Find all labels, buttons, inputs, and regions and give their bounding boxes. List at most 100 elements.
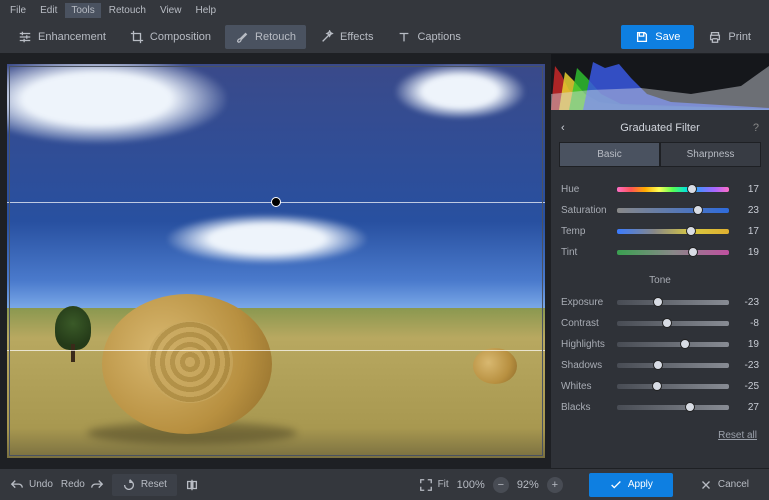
retouch-tab[interactable]: Retouch xyxy=(225,25,306,49)
enhancement-tab[interactable]: Enhancement xyxy=(8,25,116,49)
print-button[interactable]: Print xyxy=(698,25,761,49)
text-icon xyxy=(397,30,411,44)
effects-label: Effects xyxy=(340,31,373,43)
tone-header: Tone xyxy=(551,275,769,286)
slider-saturation: Saturation 23 xyxy=(561,200,759,221)
menu-help[interactable]: Help xyxy=(189,3,222,18)
cancel-label: Cancel xyxy=(718,479,749,490)
slider-thumb[interactable] xyxy=(685,402,695,412)
undo-label: Undo xyxy=(29,479,53,490)
apply-button[interactable]: Apply xyxy=(589,473,673,497)
slider-value: 17 xyxy=(735,184,759,195)
reset-label: Reset xyxy=(141,479,167,490)
image-preview[interactable] xyxy=(7,64,545,458)
slider-thumb[interactable] xyxy=(686,226,696,236)
sliders-icon xyxy=(18,30,32,44)
slider-value: 27 xyxy=(735,402,759,413)
slider-track[interactable] xyxy=(617,384,729,389)
canvas-area[interactable] xyxy=(0,54,551,468)
slider-track[interactable] xyxy=(617,250,729,255)
slider-track[interactable] xyxy=(617,321,729,326)
cancel-button[interactable]: Cancel xyxy=(687,473,761,497)
slider-thumb[interactable] xyxy=(693,205,703,215)
zoom-value: 92% xyxy=(517,479,539,491)
footer: Undo Redo Reset Fit 100% − 92% + Apply xyxy=(0,468,769,500)
enhancement-label: Enhancement xyxy=(38,31,106,43)
fit-label: Fit xyxy=(438,479,449,490)
back-button[interactable]: ‹ xyxy=(561,122,565,134)
slider-value: 19 xyxy=(735,339,759,350)
slider-thumb[interactable] xyxy=(653,360,663,370)
brush-icon xyxy=(235,30,249,44)
composition-label: Composition xyxy=(150,31,211,43)
side-panel: ‹ Graduated Filter ? BasicSharpness Hue 1… xyxy=(551,54,769,468)
undo-button[interactable]: Undo xyxy=(10,478,53,492)
fit-button[interactable]: Fit xyxy=(419,478,449,492)
composition-tab[interactable]: Composition xyxy=(120,25,221,49)
close-icon xyxy=(699,478,713,492)
apply-label: Apply xyxy=(628,479,653,490)
save-icon xyxy=(635,30,649,44)
slider-track[interactable] xyxy=(617,405,729,410)
slider-track[interactable] xyxy=(617,300,729,305)
slider-label: Temp xyxy=(561,226,611,237)
slider-thumb[interactable] xyxy=(688,247,698,257)
slider-label: Hue xyxy=(561,184,611,195)
check-icon xyxy=(609,478,623,492)
slider-track[interactable] xyxy=(617,229,729,234)
reset-button[interactable]: Reset xyxy=(112,474,177,496)
slider-track[interactable] xyxy=(617,187,729,192)
gradient-handle[interactable] xyxy=(271,197,281,207)
retouch-label: Retouch xyxy=(255,31,296,43)
histogram[interactable] xyxy=(551,54,769,110)
gradient-line-bottom[interactable] xyxy=(7,350,545,351)
slider-contrast: Contrast-8 xyxy=(561,313,759,334)
slider-thumb[interactable] xyxy=(662,318,672,328)
fit-icon xyxy=(419,478,433,492)
slider-thumb[interactable] xyxy=(680,339,690,349)
panel-title-text: Graduated Filter xyxy=(620,122,699,134)
panel-title: ‹ Graduated Filter ? xyxy=(551,114,769,142)
slider-thumb[interactable] xyxy=(653,297,663,307)
slider-thumb[interactable] xyxy=(687,184,697,194)
print-label: Print xyxy=(728,31,751,43)
reset-all-link[interactable]: Reset all xyxy=(551,424,769,445)
slider-label: Saturation xyxy=(561,205,611,216)
slider-blacks: Blacks 27 xyxy=(561,397,759,418)
slider-exposure: Exposure-23 xyxy=(561,292,759,313)
save-button[interactable]: Save xyxy=(621,25,694,49)
menu-edit[interactable]: Edit xyxy=(34,3,63,18)
slider-temp: Temp17 xyxy=(561,221,759,242)
slider-value: -23 xyxy=(735,360,759,371)
menubar: FileEditToolsRetouchViewHelp xyxy=(0,0,769,20)
save-label: Save xyxy=(655,31,680,43)
slider-track[interactable] xyxy=(617,363,729,368)
menu-file[interactable]: File xyxy=(4,3,32,18)
menu-retouch[interactable]: Retouch xyxy=(103,3,152,18)
tab-sharpness[interactable]: Sharpness xyxy=(660,142,761,167)
help-button[interactable]: ? xyxy=(753,122,759,134)
zoom-out-button[interactable]: − xyxy=(493,477,509,493)
zoom-in-button[interactable]: + xyxy=(547,477,563,493)
tab-basic[interactable]: Basic xyxy=(559,142,660,167)
menu-tools[interactable]: Tools xyxy=(65,3,100,18)
zoom-100[interactable]: 100% xyxy=(457,479,485,491)
captions-label: Captions xyxy=(417,31,460,43)
slider-value: 23 xyxy=(735,205,759,216)
captions-tab[interactable]: Captions xyxy=(387,25,470,49)
compare-button[interactable] xyxy=(185,478,199,492)
slider-track[interactable] xyxy=(617,208,729,213)
menu-view[interactable]: View xyxy=(154,3,188,18)
panel-tabs: BasicSharpness xyxy=(559,142,761,167)
slider-highlights: Highlights19 xyxy=(561,334,759,355)
slider-whites: Whites-25 xyxy=(561,376,759,397)
slider-thumb[interactable] xyxy=(652,381,662,391)
slider-label: Blacks xyxy=(561,402,611,413)
slider-value: -25 xyxy=(735,381,759,392)
crop-icon xyxy=(130,30,144,44)
slider-hue: Hue 17 xyxy=(561,179,759,200)
redo-button[interactable]: Redo xyxy=(61,478,104,492)
slider-track[interactable] xyxy=(617,342,729,347)
toolbar: Enhancement Composition Retouch Effects … xyxy=(0,20,769,54)
effects-tab[interactable]: Effects xyxy=(310,25,383,49)
